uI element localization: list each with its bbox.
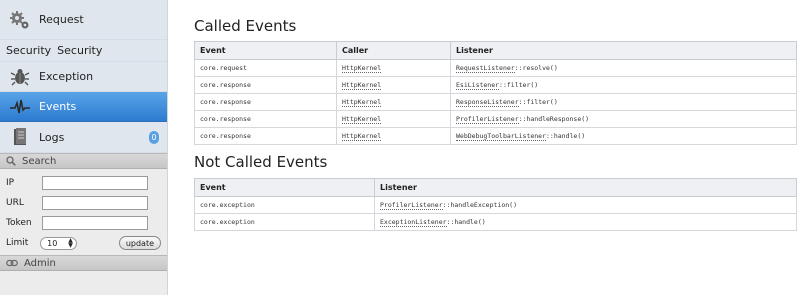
caller-abbr[interactable]: HttpKernel [342, 98, 382, 107]
event-cell: core.response [194, 110, 337, 128]
security-icon-alt-text: Security [6, 44, 52, 57]
table-row: core.response HttpKernel ResponseListene… [194, 93, 797, 111]
menu-item-logs[interactable]: Logs 0 [0, 122, 167, 153]
called-events-table: Event Caller Listener core.request HttpK… [194, 41, 797, 145]
event-cell: core.response [194, 76, 337, 94]
event-cell: core.exception [194, 196, 375, 214]
listener-method: ::handleResponse() [518, 115, 590, 123]
link-icon [6, 259, 18, 267]
limit-label: Limit [6, 238, 29, 248]
not-called-events-title: Not Called Events [194, 153, 328, 171]
caller-abbr[interactable]: HttpKernel [342, 64, 382, 73]
table-row: core.response HttpKernel ProfilerListene… [194, 110, 797, 128]
gears-icon [8, 9, 32, 31]
caller-cell: HttpKernel [336, 93, 451, 111]
not-called-events-table: Event Listener core.exception ProfilerLi… [194, 178, 797, 231]
profiler-menu: Request Security Security Exception Even… [0, 0, 167, 153]
listener-class-abbr[interactable]: ProfilerListener [380, 201, 443, 210]
menu-item-logs-label: Logs [39, 130, 65, 144]
listener-cell: ProfilerListener::handleResponse() [450, 110, 797, 128]
column-header-event: Event [194, 178, 375, 197]
limit-value: 10 [47, 238, 58, 248]
column-header-listener: Listener [450, 41, 797, 60]
listener-cell: ProfilerListener::handleException() [374, 196, 797, 214]
caller-abbr[interactable]: HttpKernel [342, 115, 382, 124]
main-content: Called Events Event Caller Listener core… [169, 0, 800, 295]
event-cell: core.exception [194, 213, 375, 231]
event-cell: core.response [194, 127, 337, 145]
listener-class-abbr[interactable]: WebDebugToolbarListener [456, 132, 547, 141]
called-events-title: Called Events [194, 17, 297, 35]
caller-cell: HttpKernel [336, 76, 451, 94]
url-input[interactable] [42, 196, 148, 210]
limit-row: Limit 10 ▲ ▼ update [6, 233, 161, 253]
listener-class-abbr[interactable]: EsiListener [456, 81, 500, 90]
admin-panel-title: Admin [24, 257, 56, 269]
caller-cell: HttpKernel [336, 110, 451, 128]
listener-class-abbr[interactable]: RequestListener [456, 64, 515, 73]
listener-method: ::filter() [499, 81, 539, 89]
listener-cell: ResponseListener::filter() [450, 93, 797, 111]
event-cell: core.request [194, 59, 337, 77]
listener-cell: EsiListener::filter() [450, 76, 797, 94]
menu-item-security[interactable]: Security Security [0, 40, 167, 62]
token-input[interactable] [42, 216, 148, 230]
menu-item-security-label: Security [57, 44, 103, 57]
search-icon [6, 156, 16, 166]
column-header-listener: Listener [374, 178, 797, 197]
menu-item-events[interactable]: Events [0, 92, 167, 122]
ip-input[interactable] [42, 176, 148, 190]
bug-icon [8, 66, 32, 88]
listener-method: ::handle() [546, 132, 586, 140]
ip-label: IP [6, 178, 15, 188]
menu-item-events-label: Events [39, 100, 77, 113]
listener-cell: WebDebugToolbarListener::handle() [450, 127, 797, 145]
caller-abbr[interactable]: HttpKernel [342, 81, 382, 90]
column-header-event: Event [194, 41, 337, 60]
menu-item-request-label: Request [39, 13, 84, 26]
token-row: Token [6, 213, 161, 233]
listener-method: ::filter() [518, 98, 558, 106]
listener-method: ::handleException() [442, 201, 517, 209]
search-panel: IP URL Token Limit 10 ▲ ▼ update [0, 169, 167, 255]
pulse-icon [8, 96, 32, 118]
limit-select[interactable]: 10 ▲ ▼ [40, 236, 77, 250]
search-panel-header: Search [0, 153, 167, 169]
table-row: core.exception ExceptionListener::handle… [194, 213, 797, 231]
caller-cell: HttpKernel [336, 59, 451, 77]
update-button[interactable]: update [118, 236, 161, 250]
listener-class-abbr[interactable]: ExceptionListener [380, 218, 447, 227]
menu-item-request[interactable]: Request [0, 0, 167, 40]
called-events-header-row: Event Caller Listener [194, 41, 797, 60]
listener-cell: RequestListener::resolve() [450, 59, 797, 77]
event-cell: core.response [194, 93, 337, 111]
updown-arrows-icon: ▲ ▼ [68, 237, 73, 249]
listener-cell: ExceptionListener::handle() [374, 213, 797, 231]
search-panel-title: Search [22, 155, 57, 167]
table-row: core.response HttpKernel EsiListener::fi… [194, 76, 797, 94]
table-row: core.response HttpKernel WebDebugToolbar… [194, 127, 797, 145]
log-icon [8, 126, 32, 148]
column-header-caller: Caller [336, 41, 451, 60]
url-row: URL [6, 193, 161, 213]
listener-method: ::resolve() [514, 64, 558, 72]
ip-row: IP [6, 173, 161, 193]
listener-method: ::handle() [446, 218, 486, 226]
url-label: URL [6, 198, 24, 208]
token-label: Token [6, 218, 32, 228]
menu-item-exception[interactable]: Exception [0, 62, 167, 92]
caller-cell: HttpKernel [336, 127, 451, 145]
caller-abbr[interactable]: HttpKernel [342, 132, 382, 141]
table-row: core.exception ProfilerListener::handleE… [194, 196, 797, 214]
listener-class-abbr[interactable]: ResponseListener [456, 98, 519, 107]
menu-item-exception-label: Exception [39, 70, 94, 83]
admin-panel-header[interactable]: Admin [0, 255, 167, 271]
logs-count-badge: 0 [149, 131, 159, 144]
listener-class-abbr[interactable]: ProfilerListener [456, 115, 519, 124]
profiler-sidebar: Request Security Security Exception Even… [0, 0, 168, 295]
not-called-events-header-row: Event Listener [194, 178, 797, 197]
table-row: core.request HttpKernel RequestListener:… [194, 59, 797, 77]
